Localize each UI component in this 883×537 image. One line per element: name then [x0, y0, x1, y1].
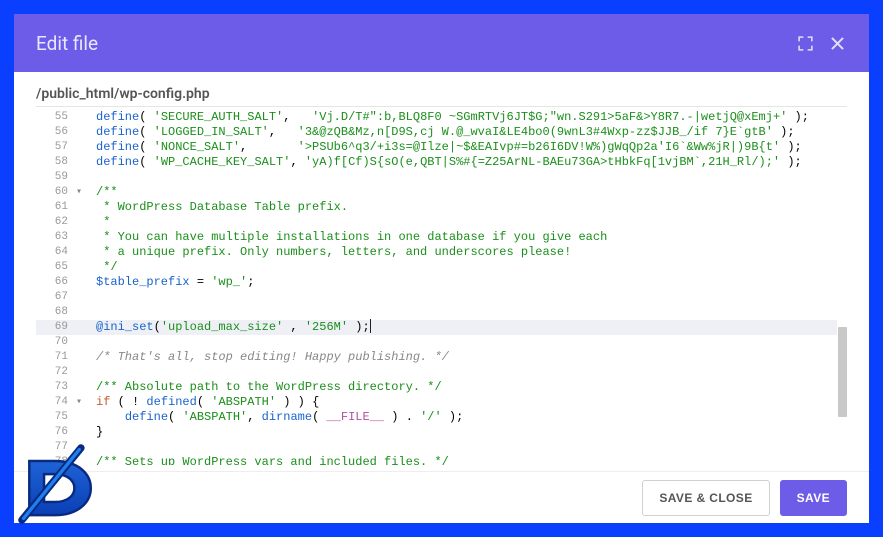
- save-and-close-button[interactable]: SAVE & CLOSE: [642, 480, 769, 516]
- code-line[interactable]: /**: [96, 185, 837, 200]
- line-number: 71: [36, 350, 82, 365]
- line-number: 66: [36, 275, 82, 290]
- code-editor[interactable]: 5556575859606162636465666768697071727374…: [36, 106, 847, 465]
- code-line[interactable]: if ( ! defined( 'ABSPATH' ) ) {: [96, 395, 837, 410]
- code-line[interactable]: define( 'NONCE_SALT', '>PSUb6^q3/+i3s=@I…: [96, 140, 837, 155]
- save-button[interactable]: SAVE: [780, 480, 847, 516]
- code-line[interactable]: *: [96, 215, 837, 230]
- titlebar-actions: [797, 34, 847, 53]
- line-number: 63: [36, 230, 82, 245]
- modal-titlebar: Edit file: [14, 14, 869, 72]
- line-number: 55: [36, 110, 82, 125]
- code-line[interactable]: [96, 305, 837, 320]
- close-icon[interactable]: [828, 34, 847, 53]
- line-number: 61: [36, 200, 82, 215]
- file-path: /public_html/wp-config.php: [14, 72, 869, 106]
- line-number: 75: [36, 410, 82, 425]
- code-line[interactable]: /** Absolute path to the WordPress direc…: [96, 380, 837, 395]
- line-number: 68: [36, 305, 82, 320]
- line-number: 72: [36, 365, 82, 380]
- code-line[interactable]: }: [96, 425, 837, 440]
- line-number: 58: [36, 155, 82, 170]
- code-content[interactable]: define( 'SECURE_AUTH_SALT', 'Vj.D/T#":b,…: [82, 107, 837, 465]
- code-line[interactable]: $table_prefix = 'wp_';: [96, 275, 837, 290]
- code-editor-area: 5556575859606162636465666768697071727374…: [14, 106, 869, 471]
- line-number: 62: [36, 215, 82, 230]
- code-line[interactable]: /** Sets up WordPress vars and included …: [96, 455, 837, 465]
- line-number: 74: [36, 395, 82, 410]
- line-number: 69: [36, 320, 82, 335]
- code-line[interactable]: * You can have multiple installations in…: [96, 230, 837, 245]
- line-number: 76: [36, 425, 82, 440]
- line-number: 57: [36, 140, 82, 155]
- line-number: 65: [36, 260, 82, 275]
- code-line[interactable]: * a unique prefix. Only numbers, letters…: [96, 245, 837, 260]
- code-line[interactable]: * WordPress Database Table prefix.: [96, 200, 837, 215]
- line-number: 56: [36, 125, 82, 140]
- code-line[interactable]: define( 'LOGGED_IN_SALT', '3&@zQB&Mz,n[D…: [96, 125, 837, 140]
- code-line[interactable]: [96, 335, 837, 350]
- code-line[interactable]: [96, 365, 837, 380]
- edit-file-modal: Edit file /public_html/wp-config.php 555…: [14, 14, 869, 523]
- expand-icon[interactable]: [797, 35, 814, 52]
- line-number-gutter: 5556575859606162636465666768697071727374…: [36, 107, 82, 465]
- line-number: 59: [36, 170, 82, 185]
- code-line[interactable]: /* That's all, stop editing! Happy publi…: [96, 350, 837, 365]
- modal-title: Edit file: [36, 32, 98, 55]
- line-number: 77: [36, 440, 82, 455]
- code-line[interactable]: [96, 290, 837, 305]
- line-number: 70: [36, 335, 82, 350]
- code-line[interactable]: [96, 440, 837, 455]
- code-line[interactable]: define( 'ABSPATH', dirname( __FILE__ ) .…: [96, 410, 837, 425]
- scrollbar-thumb[interactable]: [838, 327, 847, 417]
- code-line[interactable]: @ini_set('upload_max_size' , '256M' );: [82, 320, 837, 335]
- line-number: 67: [36, 290, 82, 305]
- code-line[interactable]: */: [96, 260, 837, 275]
- code-line[interactable]: define( 'WP_CACHE_KEY_SALT', 'yA)f[Cf)S{…: [96, 155, 837, 170]
- line-number: 73: [36, 380, 82, 395]
- text-cursor: [370, 319, 371, 333]
- code-line[interactable]: [96, 170, 837, 185]
- line-number: 60: [36, 185, 82, 200]
- modal-footer: SAVE & CLOSE SAVE: [14, 471, 869, 523]
- code-line[interactable]: define( 'SECURE_AUTH_SALT', 'Vj.D/T#":b,…: [96, 110, 837, 125]
- line-number: 64: [36, 245, 82, 260]
- line-number: 78: [36, 455, 82, 465]
